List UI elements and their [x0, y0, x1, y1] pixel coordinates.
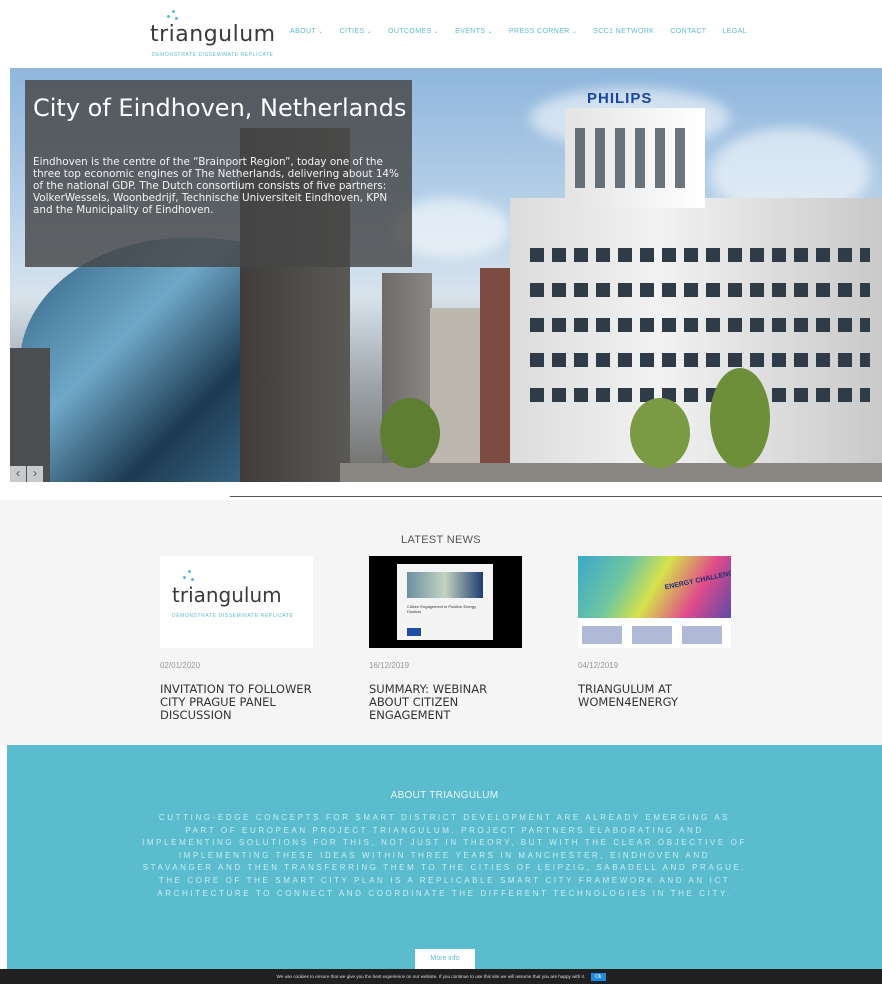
about-text: Cutting-edge concepts for smart district… — [142, 813, 747, 898]
nav-press-corner[interactable]: PRESS CORNER ⌄ — [509, 28, 577, 35]
cookie-bar: We use cookies to ensure that we give yo… — [0, 969, 882, 984]
about-heading: ABOUT TRIANGULUM — [390, 790, 499, 801]
nav-cities[interactable]: CITIES ⌄ — [340, 28, 372, 35]
thumb-tagline: DEMONSTRATE DISSEMINATE REPLICATE — [172, 613, 294, 619]
thumb-wordmark: triangulum — [172, 583, 282, 607]
news-card[interactable]: Citizen Engagement in Positive Energy Di… — [369, 556, 529, 722]
chevron-down-icon: ⌄ — [487, 29, 493, 35]
chevron-down-icon: ⌄ — [433, 29, 440, 35]
more-info-button[interactable]: More info — [415, 949, 475, 969]
nav-cities-label: CITIES — [339, 28, 365, 35]
site-header: triangulum DEMONSTRATE DISSEMINATE REPLI… — [0, 0, 882, 68]
main-nav: ABOUT ⌄ CITIES ⌄ OUTCOMES ⌄ EVENTS ⌄ PRESS C… — [290, 28, 763, 35]
news-card[interactable]: ENERGY CHALLENGES! 04/12/2019 TRIANGULUM… — [578, 556, 738, 709]
slider-next-button[interactable]: › — [27, 466, 43, 482]
about-section: ABOUT TRIANGULUM Cutting-edge concepts f… — [7, 745, 882, 975]
hero-description: Eindhoven is the centre of the “Brainpor… — [33, 156, 399, 216]
slider-prev-button[interactable]: ‹ — [10, 466, 26, 482]
hero-caption-panel: City of Eindhoven, Netherlands Eindhoven… — [25, 80, 412, 267]
nav-about-label: ABOUT — [290, 28, 317, 35]
news-title-link[interactable]: INVITATION TO FOLLOWER CITY PRAGUE PANEL… — [160, 683, 320, 722]
philips-sign: PHILIPS — [587, 90, 653, 107]
thumb-caption: Citizen Engagement in Positive Energy Di… — [407, 604, 477, 614]
nav-contact[interactable]: CONTACT — [670, 28, 706, 35]
news-date: 02/01/2020 — [160, 661, 201, 670]
news-card-image[interactable]: ENERGY CHALLENGES! — [578, 556, 731, 648]
hero-title: City of Eindhoven, Netherlands — [33, 94, 407, 122]
hero-white-building — [510, 198, 882, 478]
logo-tagline: DEMONSTRATE DISSEMINATE REPLICATE — [152, 52, 274, 58]
site-logo[interactable]: triangulum DEMONSTRATE DISSEMINATE REPLI… — [150, 8, 290, 62]
news-date: 04/12/2019 — [578, 661, 619, 670]
hero-slider: PHILIPS City of Eindhoven, Netherlands E… — [10, 68, 882, 482]
nav-press-corner-label: PRESS CORNER — [508, 28, 570, 35]
news-heading: LATEST NEWS — [401, 534, 481, 546]
news-card-image[interactable]: Citizen Engagement in Positive Energy Di… — [369, 556, 522, 648]
chevron-down-icon: ⌄ — [571, 29, 578, 35]
thumb-slide: Citizen Engagement in Positive Energy Di… — [397, 564, 493, 640]
news-date: 16/12/2019 — [369, 661, 410, 670]
cookie-text: We use cookies to ensure that we give yo… — [276, 974, 586, 979]
chevron-down-icon: ⌄ — [318, 29, 324, 35]
news-title-link[interactable]: TRIANGULUM AT WOMEN4ENERGY — [578, 683, 738, 709]
nav-legal[interactable]: LEGAL — [723, 28, 748, 35]
nav-events-label: EVENTS — [455, 28, 486, 35]
nav-outcomes[interactable]: OUTCOMES ⌄ — [388, 28, 439, 35]
nav-about[interactable]: ABOUT ⌄ — [290, 28, 324, 35]
nav-scc1-network[interactable]: SCC1 NETWORK — [593, 28, 654, 35]
section-divider — [230, 496, 882, 497]
nav-events[interactable]: EVENTS ⌄ — [455, 28, 493, 35]
logo-wordmark: triangulum — [150, 22, 276, 47]
chevron-down-icon: ⌄ — [366, 29, 372, 35]
nav-outcomes-label: OUTCOMES — [387, 28, 432, 35]
news-title-link[interactable]: SUMMARY: WEBINAR ABOUT CITIZEN ENGAGEMEN… — [369, 683, 529, 722]
news-card-image[interactable]: triangulum DEMONSTRATE DISSEMINATE REPLI… — [160, 556, 313, 648]
cookie-ok-button[interactable]: Ok — [591, 972, 606, 981]
latest-news-section: LATEST NEWS triangulum DEMONSTRATE DISSE… — [0, 500, 882, 745]
news-card[interactable]: triangulum DEMONSTRATE DISSEMINATE REPLI… — [160, 556, 320, 722]
slider-controls: ‹ › — [10, 466, 44, 482]
